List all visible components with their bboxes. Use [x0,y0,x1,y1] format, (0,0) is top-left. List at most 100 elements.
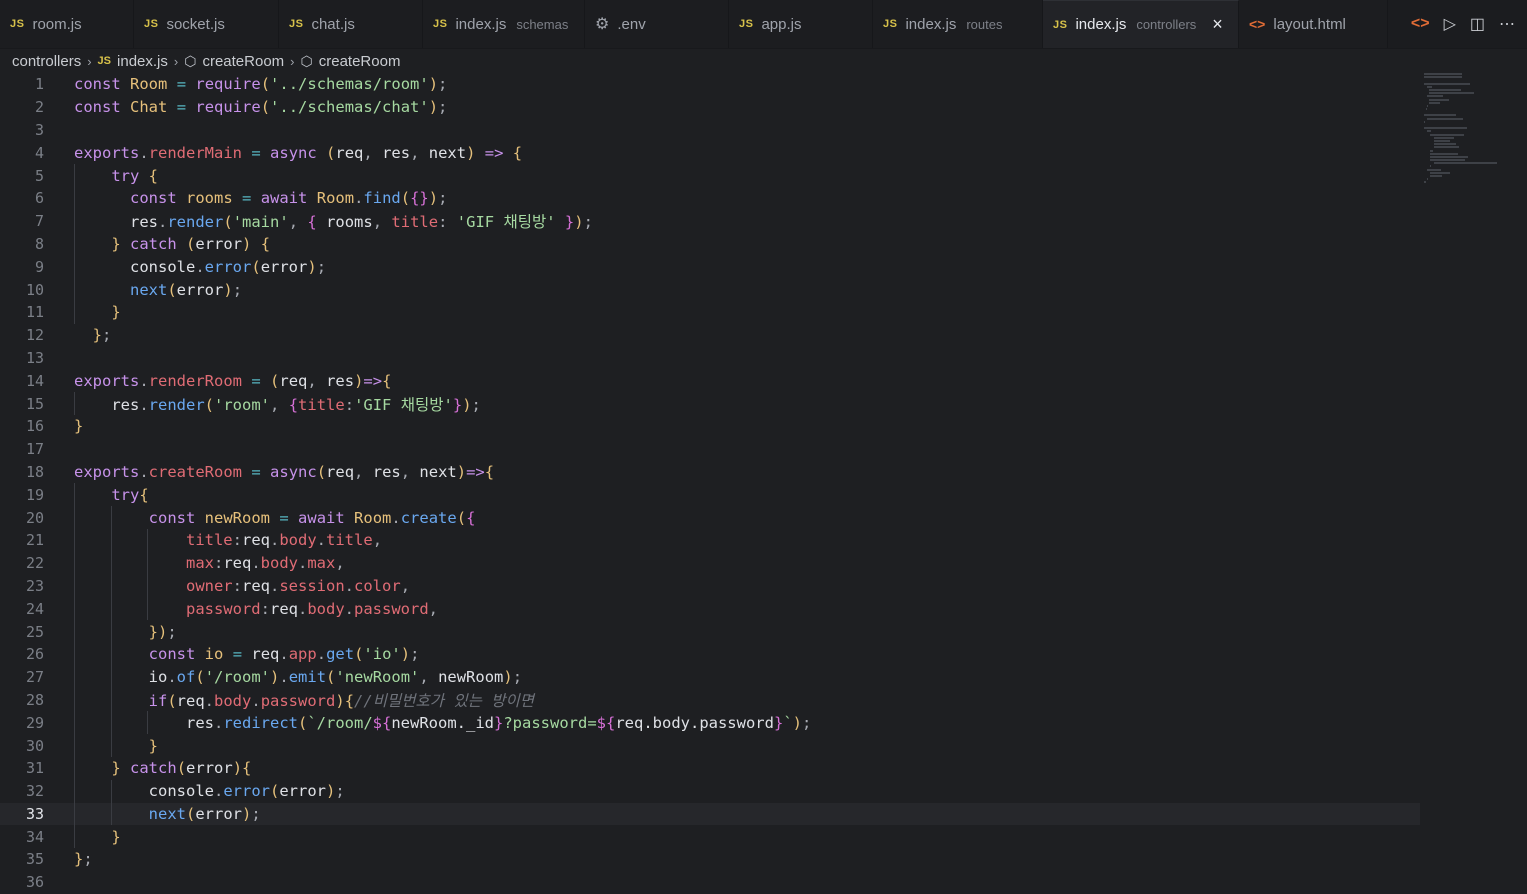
code-line[interactable]: 30 } [0,734,1420,757]
minimap-line [1427,95,1444,98]
code-line[interactable]: 9 console.error(error); [0,255,1420,279]
code-line[interactable]: 18 exports.createRoom = async(req, res, n… [0,461,1420,484]
tab-label: room.js [32,15,82,33]
code-line[interactable]: 28 if(req.body.password){//비밀번호가 있는 방이면 [0,688,1420,712]
code-line[interactable]: 31 } catch(error){ [0,756,1420,780]
code-text: }); [148,622,177,641]
code-line[interactable]: 25 }); [0,620,1420,643]
code-line[interactable]: 36 [0,871,1420,894]
code-line[interactable]: 7 res.render('main', { rooms, title: 'GI… [0,209,1420,233]
line-number: 28 [25,690,44,709]
code-text: }; [92,326,112,345]
code-editor[interactable]: 1 const Room = require('../schemas/room')… [0,73,1420,894]
code-line[interactable]: 19 try{ [0,483,1420,507]
minimap-line [1430,155,1469,158]
code-text: res.render('room', {title:'GIF 채팅방'}); [111,395,481,414]
code-line[interactable]: 21 title:req.body.title, [0,528,1420,552]
code-line[interactable]: 22 max:req.body.max, [0,551,1420,575]
tab-appjs[interactable]: JS app.js [729,0,873,48]
code-text: } catch (error) { [111,234,271,253]
minimap[interactable] [1424,73,1504,223]
tab-label: index.js [1075,16,1127,33]
minimap-line [1433,162,1498,165]
code-line[interactable]: 35}; [0,848,1420,871]
code-line[interactable]: 27 io.of('/room').emit('newRoom', newRoo… [0,665,1420,689]
breadcrumb-symbol[interactable]: createRoom [319,53,401,70]
code-text: try { [111,166,159,185]
code-line[interactable]: 6 const rooms = await Room.find({}); [0,186,1420,210]
tab-layouthtml[interactable]: <> layout.html [1239,0,1388,48]
tab-indexjs-schemas[interactable]: JS index.js schemas [423,0,585,48]
code-line[interactable]: 11 } [0,300,1420,324]
code-line[interactable]: 4 exports.renderMain = async (req, res, n… [0,141,1420,164]
code-line[interactable]: 24 password:req.body.password, [0,597,1420,621]
code-line[interactable]: 3 [0,119,1420,142]
code-text: const io = req.app.get('io'); [148,645,420,664]
line-number: 30 [25,736,44,755]
line-number: 33 [25,804,44,823]
minimap-line [1424,76,1462,79]
code-line[interactable]: 10 next(error); [0,278,1420,301]
code-line[interactable]: 32 console.error(error); [0,779,1420,803]
tab-roomjs[interactable]: JS room.js [0,0,134,48]
code-line[interactable]: 20 const newRoom = await Room.create({ [0,506,1420,529]
js-file-icon: JS [883,18,898,30]
breadcrumb-folder[interactable]: controllers [12,53,81,70]
tab-env[interactable]: ⚙ .env [585,0,729,48]
minimap-line [1424,114,1457,117]
line-number: 9 [34,257,44,276]
tab-socketjs[interactable]: JS socket.js [134,0,279,48]
minimap-line [1430,175,1442,177]
js-file-icon: JS [97,55,112,67]
code-line[interactable]: 33 next(error); [0,802,1420,826]
run-icon[interactable]: ▷ [1444,14,1456,34]
tab-chatjs[interactable]: JS chat.js [279,0,423,48]
code-line[interactable]: 12 }; [0,324,1420,347]
code-line[interactable]: 34 } [0,825,1420,849]
breadcrumb-file[interactable]: index.js [117,53,168,70]
tab-indexjs-controllers[interactable]: JS index.js controllers × [1043,0,1239,48]
code-text: max:req.body.max, [185,554,345,573]
split-editor-icon[interactable]: ◫ [1470,14,1485,34]
tab-indexjs-routes[interactable]: JS index.js routes [873,0,1043,48]
code-text: title:req.body.title, [185,531,383,550]
line-number: 11 [25,303,44,322]
code-text: } catch(error){ [111,759,252,778]
minimap-line [1433,143,1457,146]
code-line[interactable]: 23 owner:req.session.color, [0,574,1420,598]
close-icon[interactable]: × [1212,14,1223,35]
line-number: 3 [34,120,44,139]
code-line[interactable]: 5 try { [0,164,1420,187]
code-line[interactable]: 15 res.render('room', {title:'GIF 채팅방'})… [0,392,1420,415]
minimap-line [1428,98,1449,101]
code-line[interactable]: 1 const Room = require('../schemas/room')… [0,73,1420,96]
tab-label: index.js [455,15,507,33]
code-text: io.of('/room').emit('newRoom', newRoom); [148,668,523,687]
chevron-right-icon: › [87,53,92,69]
line-number: 7 [34,212,44,231]
breadcrumb-symbol[interactable]: createRoom [202,53,284,70]
line-number: 27 [25,668,44,687]
code-line[interactable]: 17 [0,438,1420,461]
code-line[interactable]: 14 exports.renderRoom = (req, res)=>{ [0,369,1420,392]
open-preview-icon[interactable]: <> [1411,15,1430,33]
line-number: 13 [25,348,44,367]
minimap-line [1427,85,1432,88]
line-number: 10 [25,280,44,299]
code-text: exports.createRoom = async(req, res, nex… [74,462,495,481]
code-line[interactable]: 8 } catch (error) { [0,232,1420,256]
line-number: 20 [25,508,44,527]
code-line[interactable]: 13 [0,347,1420,370]
code-text: } [148,736,158,755]
code-line[interactable]: 26 const io = req.app.get('io'); [0,642,1420,666]
code-line[interactable]: 16} [0,415,1420,438]
code-line[interactable]: 2 const Chat = require('../schemas/chat')… [0,96,1420,119]
minimap-line [1433,136,1454,139]
code-line[interactable]: 29 res.redirect(`/room/${newRoom._id}?pa… [0,711,1420,735]
minimap-line [1430,165,1432,168]
minimap-line [1427,130,1431,133]
line-number: 32 [25,782,44,801]
more-actions-icon[interactable]: ⋯ [1499,14,1515,34]
js-file-icon: JS [10,18,25,30]
code-text: next(error); [130,280,243,299]
